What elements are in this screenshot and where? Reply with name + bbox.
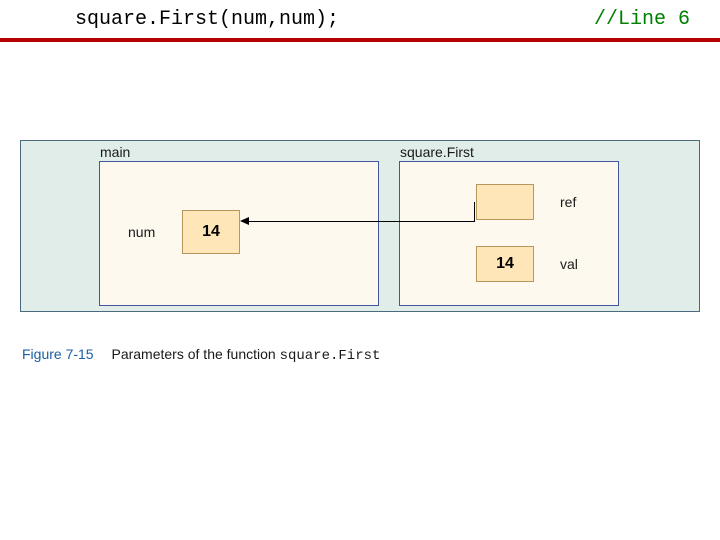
figure-number: Figure 7-15 — [22, 346, 94, 362]
square-first-panel: square.First ref 14 val — [399, 161, 619, 306]
ref-arrow-vert — [474, 202, 475, 222]
ref-value-box — [476, 184, 534, 220]
val-value-box: 14 — [476, 246, 534, 282]
figure-text: Parameters of the function — [111, 346, 279, 362]
main-panel: main num 14 — [99, 161, 379, 306]
ref-label: ref — [560, 194, 576, 210]
num-label: num — [128, 224, 155, 240]
red-divider — [0, 38, 720, 42]
main-panel-title: main — [100, 144, 130, 160]
ref-arrow-line — [242, 221, 475, 222]
figure-func-name: square.First — [280, 348, 381, 364]
square-panel-title: square.First — [400, 144, 474, 160]
num-value-box: 14 — [182, 210, 240, 254]
code-line-header: square.First(num,num); //Line 6 — [0, 8, 720, 38]
val-label: val — [560, 256, 578, 272]
ref-arrow-head — [240, 217, 249, 225]
diagram-frame: main num 14 square.First ref 14 val — [20, 140, 700, 312]
figure-caption: Figure 7-15 Parameters of the function s… — [22, 346, 380, 364]
code-call: square.First(num,num); — [75, 8, 339, 31]
code-comment: //Line 6 — [594, 8, 690, 31]
